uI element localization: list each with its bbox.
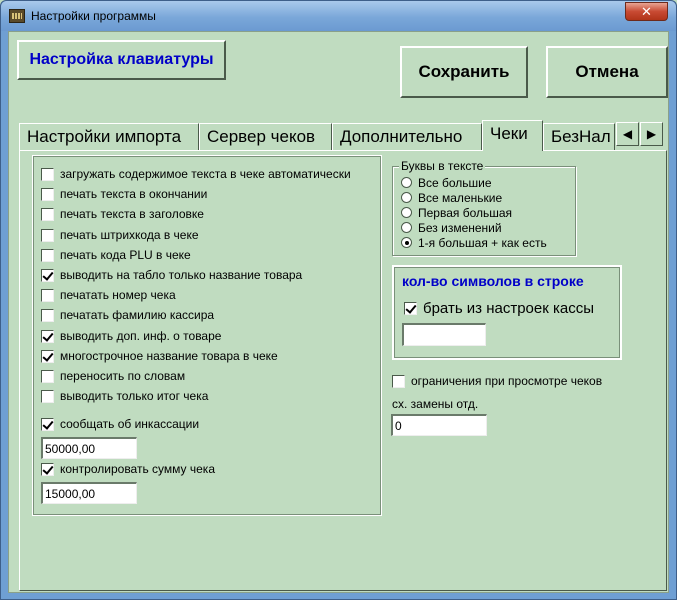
option-autoload-text[interactable]: загружать содержимое текста в чеке автом… [41,166,351,182]
option-word-wrap[interactable]: переносить по словам [41,368,185,384]
receipt-options-group: загружать содержимое текста в чеке автом… [32,155,382,516]
option-print-header[interactable]: печать текста в заголовке [41,206,204,222]
checkbox-print-cashier[interactable] [41,308,54,322]
tab-additional[interactable]: Дополнительно [332,123,482,150]
checkbox-print-receipt-number[interactable] [41,288,54,302]
tab-receipt-server[interactable]: Сервер чеков [199,123,332,150]
checkbox-extra-info[interactable] [41,329,54,343]
option-view-restrictions[interactable]: ограничения при просмотре чеков [392,374,602,388]
tab-scroll-left-icon[interactable]: ◀ [616,122,639,146]
chars-per-line-group: кол-во символов в строке брать из настро… [392,265,622,360]
option-total-only[interactable]: выводить только итог чека [41,388,208,404]
radio-first-upper[interactable]: Первая большая [401,205,512,220]
receipt-sum-input[interactable]: 15000,00 [41,482,137,504]
option-control-sum[interactable]: контролировать сумму чека [41,461,215,477]
letters-case-legend: Буквы в тексте [399,159,486,173]
tab-scroll-right-icon[interactable]: ▶ [640,122,663,146]
radio-no-change[interactable]: Без изменений [401,220,502,235]
checkbox-collection-notify[interactable] [41,417,54,431]
collection-amount-input[interactable]: 50000,00 [41,437,137,459]
tab-strip: Настройки импорта Сервер чеков Дополните… [19,120,669,151]
option-print-footer[interactable]: печать текста в окончании [41,186,207,202]
chars-per-line-title: кол-во символов в строке [402,273,584,289]
chars-per-line-input[interactable] [402,323,486,346]
checkbox-print-header[interactable] [41,207,54,221]
keyboard-settings-button[interactable]: Настройка клавиатуры [17,40,226,80]
option-print-receipt-number[interactable]: печатать номер чека [41,287,176,303]
checkbox-display-name-only[interactable] [41,268,54,282]
option-collection-notify[interactable]: сообщать об инкассации [41,416,199,432]
close-button[interactable]: ✕ [625,2,668,21]
checkbox-from-register[interactable] [404,302,417,315]
checkbox-total-only[interactable] [41,389,54,403]
radio-first-upper-as-is[interactable]: 1-я большая + как есть [401,235,547,250]
checkbox-print-barcode[interactable] [41,228,54,242]
tab-import-settings[interactable]: Настройки импорта [19,123,199,150]
checkbox-word-wrap[interactable] [41,369,54,383]
option-display-name-only[interactable]: выводить на табло только название товара [41,267,302,283]
option-from-register[interactable]: брать из настроек кассы [404,300,594,317]
checkbox-print-footer[interactable] [41,187,54,201]
option-print-barcode[interactable]: печать штрихкода в чеке [41,227,199,243]
checkbox-control-sum[interactable] [41,462,54,476]
tab-receipts[interactable]: Чеки [482,120,543,151]
radio-all-lower[interactable]: Все маленькие [401,190,502,205]
option-print-cashier[interactable]: печатать фамилию кассира [41,307,214,323]
app-chip-icon [9,9,25,23]
option-multiline-name[interactable]: многострочное название товара в чеке [41,348,278,364]
program-settings-window: Настройки программы ✕ Настройка клавиату… [0,0,677,600]
checkbox-view-restrictions[interactable] [392,374,405,388]
option-extra-info[interactable]: выводить доп. инф. о товаре [41,328,221,344]
window-title: Настройки программы [31,9,156,23]
radio-all-upper[interactable]: Все большие [401,175,492,190]
dept-replace-input[interactable]: 0 [391,414,487,436]
title-bar[interactable]: Настройки программы ✕ [1,1,676,31]
receipts-tab-panel: загружать содержимое текста в чеке автом… [19,150,667,591]
checkbox-autoload-text[interactable] [41,167,54,181]
cancel-button[interactable]: Отмена [546,46,668,98]
tab-cashless[interactable]: БезНал [543,123,615,150]
option-print-plu[interactable]: печать кода PLU в чеке [41,247,191,263]
letters-case-group: Буквы в тексте Все большие Все маленькие… [392,159,576,256]
checkbox-multiline-name[interactable] [41,349,54,363]
dept-replace-label: сх. замены отд. [392,397,479,411]
checkbox-print-plu[interactable] [41,248,54,262]
save-button[interactable]: Сохранить [400,46,528,98]
client-area: Настройка клавиатуры Сохранить Отмена На… [8,31,669,593]
